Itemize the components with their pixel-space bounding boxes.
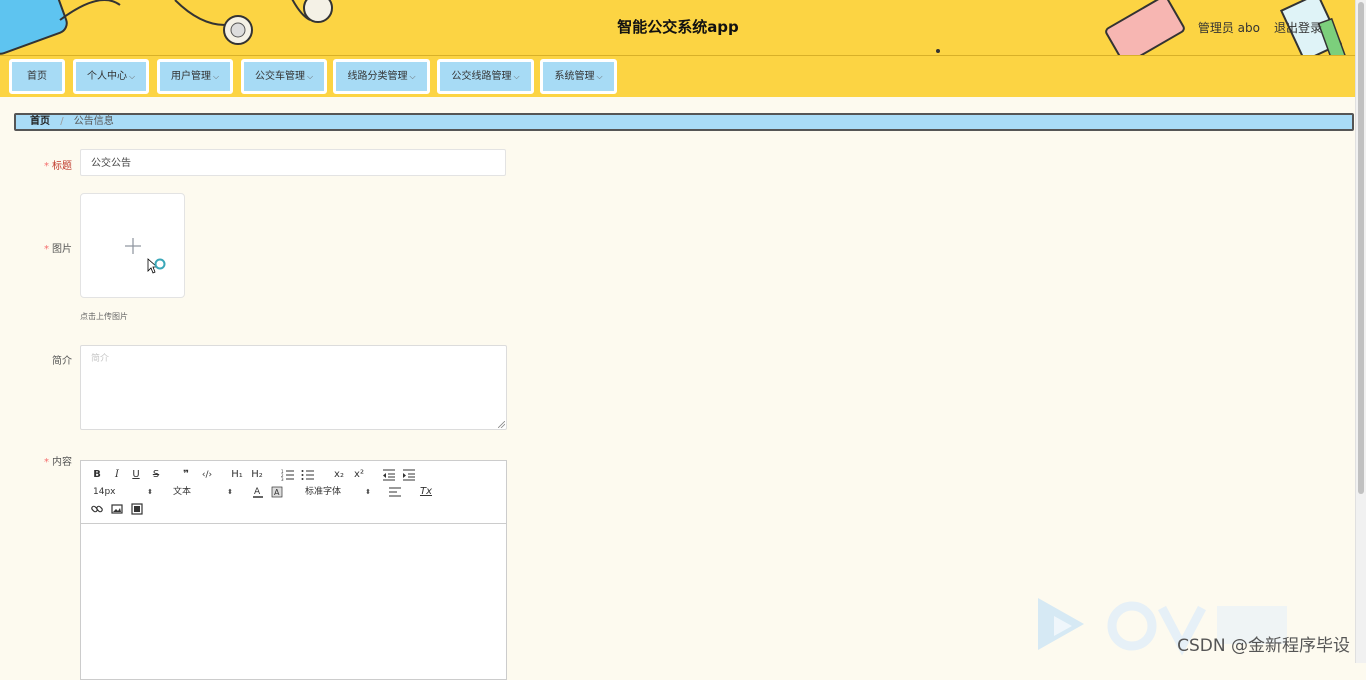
outdent-icon[interactable] — [383, 469, 395, 483]
select-arrows-icon: ⬍ — [365, 488, 371, 496]
chevron-down-icon: ⌵ — [212, 72, 220, 81]
subscript-button[interactable]: x₂ — [331, 468, 347, 482]
chevron-down-icon: ⌵ — [513, 72, 520, 81]
app-header: 智能公交系统app 管理员 abo 退出登录 — [0, 0, 1356, 56]
image-uploader[interactable] — [80, 193, 185, 298]
strike-button[interactable]: S — [149, 468, 163, 482]
image-label: * 图片 — [12, 240, 72, 255]
indent-icon[interactable] — [403, 469, 415, 483]
upload-tip: 点击上传图片 — [80, 312, 128, 321]
title-input[interactable]: 公交公告 — [80, 149, 506, 176]
nav-label: 用户管理 — [170, 71, 211, 82]
font-size-select[interactable]: 14px ⬍ — [93, 485, 153, 499]
nav-label: 首页 — [27, 71, 47, 82]
breadcrumb-separator: / — [60, 116, 64, 127]
nav-item-personal-center[interactable]: 个人中心 ⌵ — [73, 59, 149, 94]
content-label: * 内容 — [12, 453, 72, 468]
underline-button[interactable]: U — [129, 468, 143, 482]
font-size-value: 14px — [93, 487, 116, 497]
paragraph-format-select[interactable]: 文本 ⬍ — [173, 485, 233, 499]
font-family-select[interactable]: 标准字体 ⬍ — [305, 485, 371, 499]
title-label-text: 标题 — [52, 161, 72, 172]
svg-text:3: 3 — [281, 477, 284, 482]
nav-item-system-management[interactable]: 系统管理 ⌵ — [540, 59, 617, 94]
required-mark: * — [44, 244, 49, 255]
intro-label: 简介 — [12, 352, 72, 367]
scrollbar-thumb[interactable] — [1358, 2, 1364, 494]
intro-label-text: 简介 — [52, 356, 72, 367]
resize-grip-icon — [498, 421, 505, 428]
italic-button[interactable]: I — [110, 468, 124, 482]
font-family-value: 标准字体 — [305, 487, 342, 497]
breadcrumb: 首页 / 公告信息 — [14, 113, 1354, 131]
nav-label: 系统管理 — [554, 71, 595, 82]
chevron-down-icon: ⌵ — [409, 72, 416, 81]
nav-item-home[interactable]: 首页 — [9, 59, 65, 94]
editor-toolbar: B I U S ❞ ‹/› H₁ H₂ 123 x₂ x² 14px ⬍ 文本 … — [81, 461, 506, 524]
bold-button[interactable]: B — [90, 468, 104, 482]
ordered-list-icon[interactable]: 123 — [281, 469, 295, 483]
svg-text:A: A — [254, 487, 261, 497]
superscript-button[interactable]: x² — [351, 468, 367, 482]
csdn-watermark: CSDN @金新程序毕设 — [1177, 636, 1350, 656]
nav-item-user-management[interactable]: 用户管理 ⌵ — [157, 59, 233, 94]
rich-text-editor: B I U S ❞ ‹/› H₁ H₂ 123 x₂ x² 14px ⬍ 文本 … — [80, 460, 507, 680]
code-block-button[interactable]: ‹/› — [199, 468, 215, 482]
clear-format-button[interactable]: Tx — [419, 485, 433, 499]
blockquote-button[interactable]: ❞ — [179, 468, 193, 482]
align-icon[interactable] — [389, 487, 401, 501]
video-icon[interactable] — [131, 503, 143, 517]
background-color-icon[interactable]: A — [271, 486, 283, 500]
image-icon[interactable] — [111, 503, 123, 517]
nav-item-route-category-management[interactable]: 线路分类管理 ⌵ — [333, 59, 430, 94]
bullet-list-icon[interactable] — [301, 469, 315, 483]
busy-cursor-icon — [147, 258, 166, 274]
svg-text:A: A — [274, 488, 280, 497]
required-mark: * — [44, 161, 49, 172]
breadcrumb-home[interactable]: 首页 — [30, 116, 50, 127]
nav-label: 线路分类管理 — [347, 71, 408, 82]
main-nav: 首页 个人中心 ⌵ 用户管理 ⌵ 公交车管理 ⌵ 线路分类管理 ⌵ 公交线路管理 ⌵ 系统… — [0, 56, 1356, 97]
link-icon[interactable] — [91, 503, 103, 517]
title-label: * 标题 — [12, 157, 72, 172]
current-user: 管理员 abo — [1197, 21, 1260, 35]
chevron-down-icon: ⌵ — [596, 72, 603, 81]
logout-link[interactable]: 退出登录 — [1274, 19, 1322, 36]
nav-label: 个人中心 — [86, 71, 127, 82]
plus-icon — [125, 238, 141, 254]
heading2-button[interactable]: H₂ — [249, 468, 265, 482]
page-scrollbar[interactable] — [1355, 0, 1366, 663]
text-color-icon[interactable]: A — [252, 486, 264, 500]
nav-label: 公交车管理 — [254, 71, 305, 82]
breadcrumb-current: 公告信息 — [73, 116, 114, 127]
required-mark: * — [44, 457, 49, 468]
image-label-text: 图片 — [52, 244, 72, 255]
nav-item-bus-route-management[interactable]: 公交线路管理 ⌵ — [437, 59, 534, 94]
app-title: 智能公交系统app — [617, 18, 739, 36]
content-label-text: 内容 — [52, 457, 72, 468]
chevron-down-icon: ⌵ — [306, 72, 314, 81]
paragraph-format-value: 文本 — [173, 487, 192, 497]
select-arrows-icon: ⬍ — [147, 488, 153, 496]
intro-placeholder: 简介 — [91, 354, 110, 364]
nav-item-bus-management[interactable]: 公交车管理 ⌵ — [241, 59, 327, 94]
intro-textarea[interactable]: 简介 — [80, 345, 507, 430]
heading1-button[interactable]: H₁ — [229, 468, 245, 482]
editor-content-area[interactable] — [81, 524, 506, 679]
nav-label: 公交线路管理 — [451, 71, 512, 82]
select-arrows-icon: ⬍ — [227, 488, 233, 496]
chevron-down-icon: ⌵ — [128, 72, 136, 81]
